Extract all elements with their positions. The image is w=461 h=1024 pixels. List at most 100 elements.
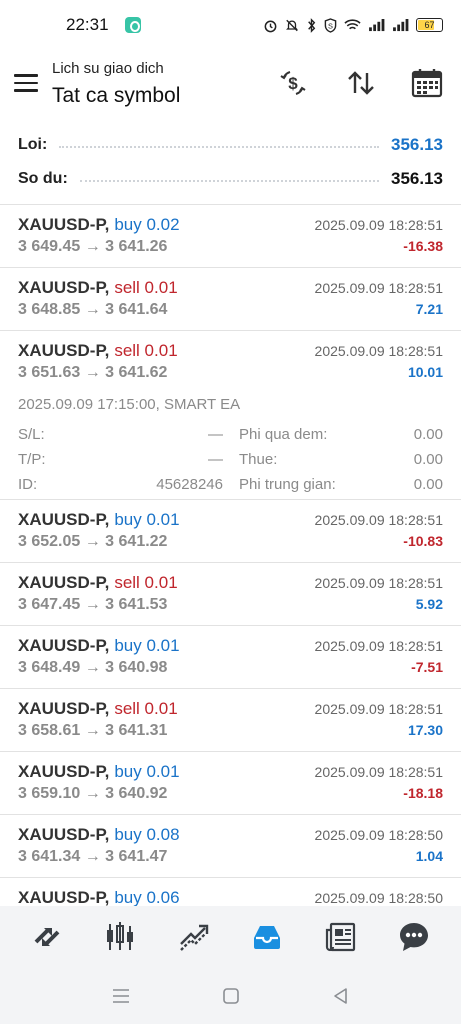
trade-time: 2025.09.09 18:28:51 (314, 343, 443, 359)
trade-symbol: XAUUSD-P, (18, 699, 110, 718)
sl-label: S/L: (18, 426, 45, 443)
trade-prices: 3 648.49 → 3 640.98 (18, 659, 168, 676)
balance-value: 356.13 (391, 169, 443, 188)
trade-time: 2025.09.09 18:28:51 (314, 512, 443, 528)
trade-icon (179, 924, 208, 951)
trade-row[interactable]: XAUUSD-P, buy 0.02 2025.09.09 18:28:51 3 6… (0, 205, 461, 268)
trade-profit: 17.30 (407, 722, 443, 738)
trade-time: 2025.09.09 18:28:51 (314, 280, 443, 296)
battery-icon: 67 (416, 18, 443, 32)
nav-history[interactable] (245, 915, 289, 959)
balance-row: So du: 356.13 (0, 162, 461, 196)
trade-side: sell 0.01 (114, 699, 178, 718)
svg-text:S: S (328, 21, 333, 30)
trade-prices: 3 649.45 → 3 641.26 (18, 238, 168, 255)
trade-prices: 3 658.61 → 3 641.31 (18, 722, 168, 739)
back-icon[interactable] (330, 985, 352, 1007)
trade-time: 2025.09.09 18:28:51 (314, 575, 443, 591)
symbol-filter-title[interactable]: Tat ca symbol (52, 84, 180, 108)
vpn-shield-icon: S (324, 17, 337, 33)
dotted-leader (79, 180, 379, 182)
quotes-icon (34, 928, 60, 946)
trade-side: buy 0.08 (114, 825, 180, 844)
tp-label: T/P: (18, 451, 46, 468)
trade-profit: -18.18 (403, 785, 443, 801)
commission-label: Phi trung gian: (239, 476, 336, 493)
trade-side: sell 0.01 (114, 341, 178, 360)
trade-row[interactable]: XAUUSD-P, sell 0.01 2025.09.09 18:28:51 3 … (0, 689, 461, 752)
trade-time: 2025.09.09 18:28:50 (314, 827, 443, 843)
alarm-icon (264, 20, 277, 32)
profit-row: Loi: 356.13 (0, 128, 461, 162)
calendar-button[interactable] (410, 66, 444, 100)
app-header: Lich su giao dich Tat ca symbol $ (0, 50, 461, 122)
trade-row[interactable]: XAUUSD-P, sell 0.01 2025.09.09 18:28:51 3 … (0, 268, 461, 331)
sl-value: — (208, 426, 223, 443)
trade-prices: 3 652.05 → 3 641.22 (18, 533, 168, 550)
trade-prices: 3 651.63 → 3 641.62 (18, 364, 168, 381)
commission-value: 0.00 (413, 476, 443, 493)
trade-profit: -7.51 (411, 659, 443, 675)
trade-side: buy 0.06 (114, 888, 180, 907)
mute-bell-icon (286, 19, 298, 31)
trade-profit: -10.83 (403, 533, 443, 549)
id-value: 45628246 (156, 476, 223, 493)
trade-row[interactable]: XAUUSD-P, buy 0.08 2025.09.09 18:28:50 3 6… (0, 815, 461, 878)
menu-icon[interactable] (14, 74, 38, 92)
id-label: ID: (18, 476, 38, 493)
trade-time: 2025.09.09 18:28:50 (314, 890, 443, 906)
swap-label: Phi qua dem: (239, 426, 328, 443)
history-icon (254, 926, 281, 949)
home-icon[interactable] (220, 985, 242, 1007)
currency-filter-button[interactable]: $ (276, 66, 310, 100)
trade-symbol: XAUUSD-P, (18, 278, 110, 297)
status-time: 22:31 (66, 15, 109, 34)
nav-trade[interactable] (172, 915, 216, 959)
trade-prices: 3 641.34 → 3 641.47 (18, 848, 168, 865)
trade-profit: 10.01 (407, 364, 443, 380)
trade-row[interactable]: XAUUSD-P, sell 0.01 2025.09.09 18:28:51 3 … (0, 563, 461, 626)
nav-messages[interactable] (392, 915, 436, 959)
header-subtitle: Lich su giao dich (52, 60, 164, 77)
trade-details: 2025.09.09 17:15:00, SMART EA S/L: — Phi … (18, 396, 443, 497)
profit-value: 356.13 (391, 135, 443, 154)
trade-history-list: XAUUSD-P, buy 0.02 2025.09.09 18:28:51 3 6… (0, 204, 461, 941)
account-summary: Loi: 356.13 So du: 356.13 (0, 128, 461, 196)
trade-time: 2025.09.09 18:28:51 (314, 217, 443, 233)
trade-side: buy 0.01 (114, 510, 180, 529)
notification-app-icon (124, 17, 141, 33)
battery-level: 67 (424, 20, 435, 30)
nav-chart[interactable] (98, 915, 142, 959)
trade-symbol: XAUUSD-P, (18, 762, 110, 781)
trade-row[interactable]: XAUUSD-P, buy 0.01 2025.09.09 18:28:51 3 6… (0, 500, 461, 563)
swap-value: 0.00 (413, 426, 443, 443)
trade-side: buy 0.01 (114, 762, 180, 781)
trade-symbol: XAUUSD-P, (18, 825, 110, 844)
dotted-leader (59, 146, 379, 148)
trade-profit: 1.04 (415, 848, 443, 864)
news-icon (325, 922, 355, 952)
trade-prices: 3 647.45 → 3 641.53 (18, 596, 168, 613)
trade-side: sell 0.01 (114, 278, 178, 297)
nav-news[interactable] (319, 915, 363, 959)
wifi-icon (344, 19, 361, 30)
trade-row[interactable]: XAUUSD-P, buy 0.01 2025.09.09 18:28:51 3 6… (0, 626, 461, 689)
trade-side: buy 0.01 (114, 636, 180, 655)
trade-row-expanded[interactable]: XAUUSD-P, sell 0.01 2025.09.09 18:28:51 3 … (0, 331, 461, 500)
trade-time: 2025.09.09 18:28:51 (314, 638, 443, 654)
tax-label: Thue: (239, 451, 278, 468)
dollar-exchange-icon: $ (280, 71, 306, 95)
trade-comment: 2025.09.09 17:15:00, SMART EA (18, 396, 241, 413)
trade-prices: 3 659.10 → 3 640.92 (18, 785, 168, 802)
tax-value: 0.00 (413, 451, 443, 468)
trade-symbol: XAUUSD-P, (18, 888, 110, 907)
trade-symbol: XAUUSD-P, (18, 636, 110, 655)
messages-icon (400, 923, 429, 951)
sort-button[interactable] (344, 66, 378, 100)
profit-label: Loi: (18, 136, 48, 153)
nav-quotes[interactable] (25, 915, 69, 959)
chart-icon (107, 922, 134, 950)
recent-apps-icon[interactable] (110, 985, 132, 1007)
trade-profit: 5.92 (415, 596, 443, 612)
trade-row[interactable]: XAUUSD-P, buy 0.01 2025.09.09 18:28:51 3 6… (0, 752, 461, 815)
